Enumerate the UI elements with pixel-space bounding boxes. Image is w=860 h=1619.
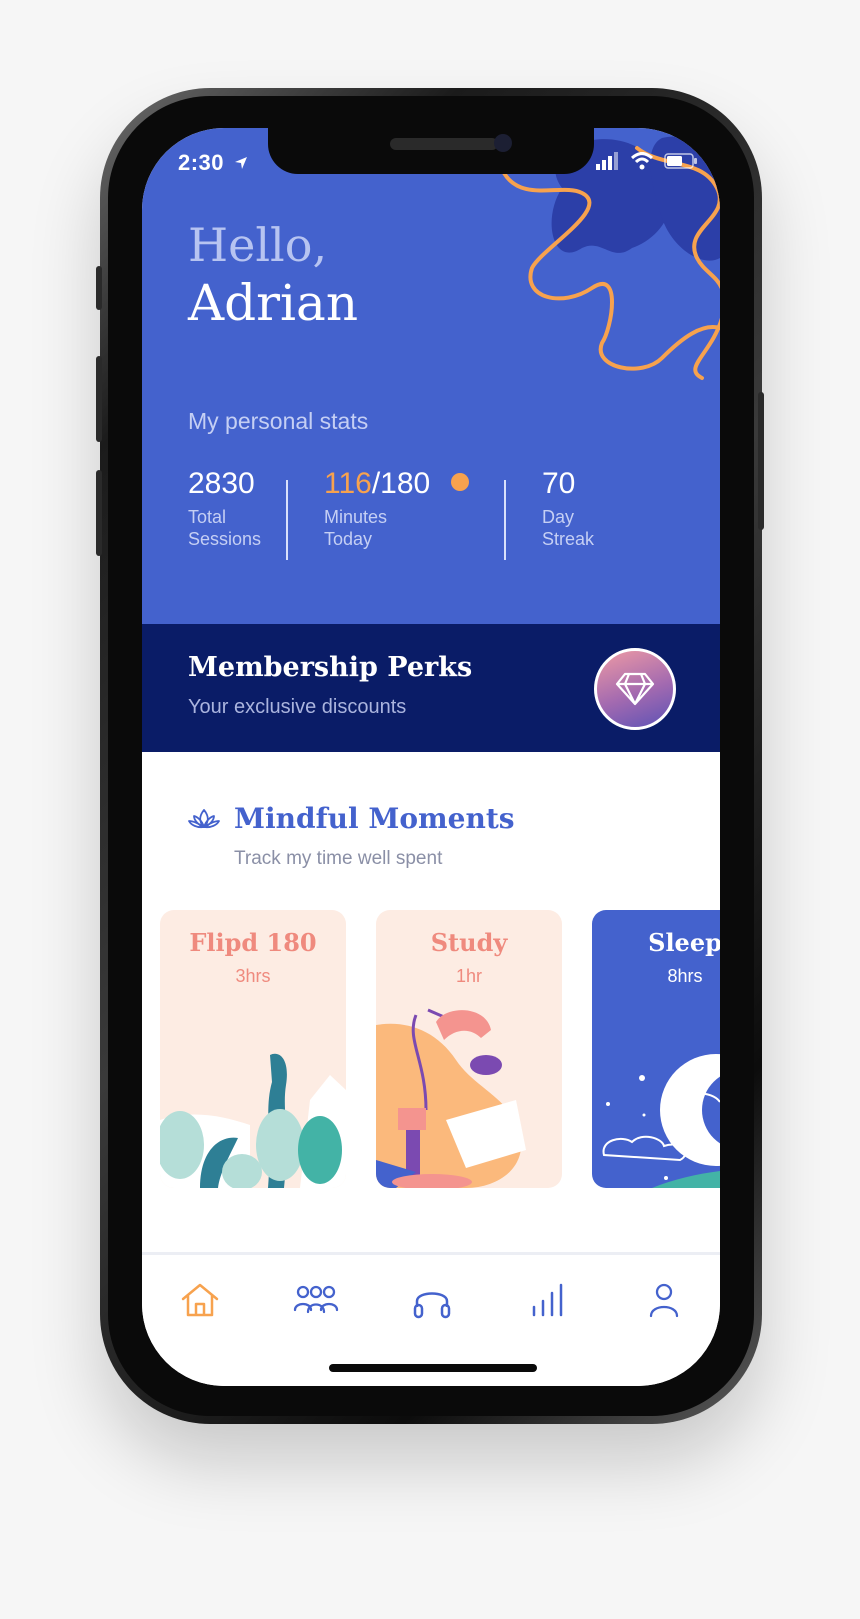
stat-streak-label-1: Day <box>542 507 575 527</box>
front-camera <box>494 134 512 152</box>
home-indicator[interactable] <box>329 1364 537 1372</box>
progress-dot-icon <box>450 473 469 491</box>
cellular-signal-icon <box>596 152 618 170</box>
wifi-icon <box>630 152 654 170</box>
stats-section-label: My personal stats <box>188 408 369 434</box>
stats-divider <box>504 480 506 560</box>
profile-icon <box>649 1283 679 1318</box>
stat-total-sessions: 2830 Total Sessions <box>188 466 261 550</box>
stats-icon <box>532 1283 563 1317</box>
stat-minutes-today: 116/180 Minutes Today <box>324 466 469 550</box>
card-title: Sleep <box>648 928 720 957</box>
community-icon <box>293 1285 339 1314</box>
tab-meditate[interactable] <box>402 1273 462 1327</box>
activity-card-flipd[interactable]: Flipd 180 3hrs <box>160 910 346 1188</box>
stat-streak-label-2: Streak <box>542 529 595 549</box>
card-title: Flipd 180 <box>189 928 317 957</box>
greeting-name: Adrian <box>188 274 359 332</box>
card-duration: 1hr <box>455 966 482 986</box>
home-icon <box>181 1283 219 1317</box>
mindful-moments-subtitle: Track my time well spent <box>234 848 443 869</box>
membership-perks-banner[interactable]: Membership Perks Your exclusive discount… <box>142 624 720 752</box>
status-time: 2:30 <box>178 150 249 176</box>
lotus-icon <box>188 809 220 829</box>
volume-down-button <box>96 470 102 556</box>
battery-icon <box>664 153 697 169</box>
stat-minutes-current: 116 <box>324 467 372 500</box>
card-duration: 3hrs <box>235 966 271 986</box>
phone-screen: 2:30 Hello, Adrian My personal stats 283… <box>142 128 720 1386</box>
stat-sessions-value: 2830 <box>188 467 255 500</box>
greeting-hello: Hello, <box>188 218 328 272</box>
tab-stats[interactable] <box>518 1273 578 1327</box>
stat-streak-value: 70 <box>542 467 576 500</box>
stats-divider <box>286 480 288 560</box>
speaker-grille <box>390 138 498 150</box>
stat-minutes-label-1: Minutes <box>324 507 388 527</box>
tab-profile[interactable] <box>634 1273 694 1327</box>
stat-sessions-label-2: Sessions <box>188 529 262 549</box>
headphones-icon <box>413 1292 451 1319</box>
tab-home[interactable] <box>170 1273 230 1327</box>
perks-badge-button[interactable] <box>594 648 676 730</box>
activity-card-study[interactable]: Study 1hr <box>376 910 562 1188</box>
stat-sessions-label-1: Total <box>188 507 227 527</box>
stat-minutes-label-2: Today <box>324 529 373 549</box>
header: 2:30 Hello, Adrian My personal stats 283… <box>142 128 720 624</box>
stat-minutes-goal: /180 <box>371 467 431 500</box>
power-button <box>758 392 764 530</box>
tab-community[interactable] <box>286 1273 346 1327</box>
perks-subtitle: Your exclusive discounts <box>188 696 407 718</box>
diamond-icon <box>615 672 655 706</box>
volume-up-button <box>96 356 102 442</box>
activity-card-sleep[interactable]: Sleep 8hrs <box>592 910 720 1188</box>
mute-switch <box>96 266 102 310</box>
status-icons <box>596 150 698 172</box>
card-duration: 8hrs <box>667 966 703 986</box>
perks-title: Membership Perks <box>188 652 473 683</box>
mindful-moments-title: Mindful Moments <box>234 802 515 835</box>
location-arrow-icon <box>234 157 247 169</box>
stat-day-streak: 70 Day Streak <box>542 466 594 550</box>
notch <box>268 128 594 174</box>
card-title: Study <box>430 928 508 957</box>
